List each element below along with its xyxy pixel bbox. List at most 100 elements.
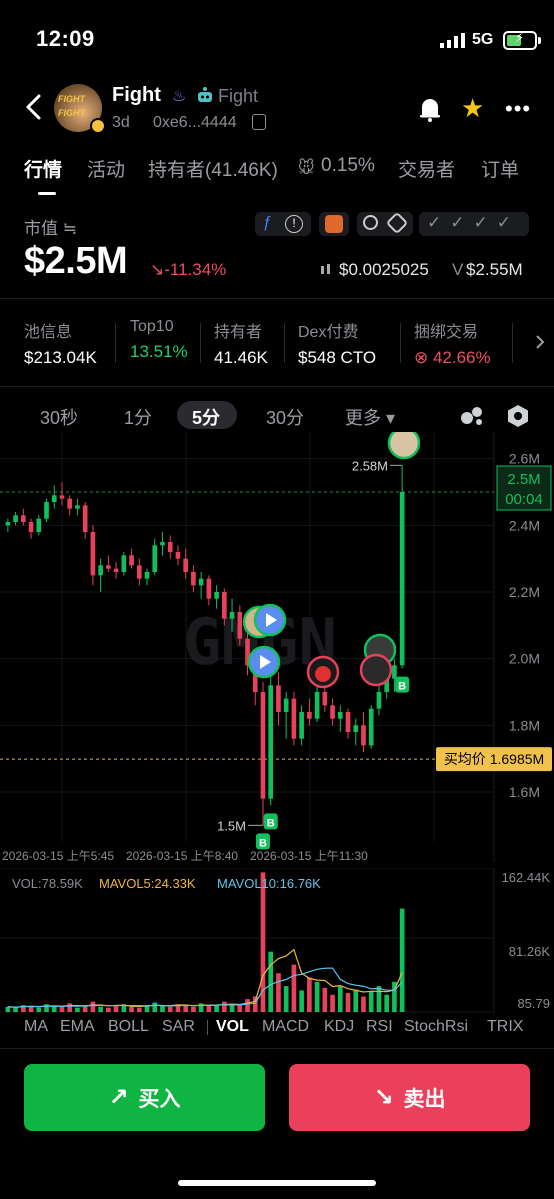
tab-market[interactable]: 行情 bbox=[24, 155, 62, 182]
stat-bundle[interactable]: 捆绑交易 ⊗ 42.66% bbox=[414, 318, 491, 368]
apple-marker bbox=[306, 655, 340, 689]
sell-avatar-marker bbox=[359, 653, 393, 687]
stat-label: 持有者 bbox=[214, 324, 263, 341]
tab-activity[interactable]: 活动 bbox=[87, 155, 125, 182]
current-price-tag-value: 2.5M bbox=[507, 471, 540, 488]
market-cap-change: ↘-11.34% bbox=[150, 260, 227, 279]
indicator-sar[interactable]: SAR bbox=[162, 1018, 195, 1036]
volume-bar bbox=[384, 994, 389, 1012]
indicator-kdj[interactable]: KDJ bbox=[324, 1018, 354, 1036]
settings-hex-icon[interactable] bbox=[507, 404, 529, 428]
tab-traders[interactable]: 交易者 bbox=[398, 155, 455, 182]
volume-bar bbox=[322, 987, 328, 1012]
token-tag: Fight bbox=[218, 86, 259, 106]
volume-bar bbox=[368, 991, 374, 1012]
price-chart[interactable]: 2.6M2.4M2.2M2.0M1.8M1.6MGMGN2.58M1.5MBBB… bbox=[0, 432, 554, 862]
buy-button[interactable]: ↗ 买入 bbox=[24, 1064, 265, 1131]
fox-icon bbox=[325, 215, 343, 233]
period-5m[interactable]: 5分 bbox=[192, 404, 220, 430]
token-volume: $2.55M bbox=[466, 260, 523, 279]
period-30s[interactable]: 30秒 bbox=[40, 404, 78, 430]
bubbles-icon[interactable] bbox=[459, 404, 485, 426]
favorite-star-icon[interactable]: ★ bbox=[461, 93, 484, 124]
stat-label: 池信息 bbox=[24, 324, 73, 341]
volume-bar bbox=[98, 1006, 103, 1012]
candle-body bbox=[206, 578, 212, 599]
indicator-macd[interactable]: MACD bbox=[262, 1018, 309, 1036]
candle-body bbox=[75, 505, 80, 509]
status-time: 12:09 bbox=[36, 26, 95, 51]
stat-pool[interactable]: 池信息 $213.04K bbox=[24, 318, 97, 368]
trader-avatar-marker bbox=[387, 432, 421, 460]
bnb-chain-icon bbox=[90, 118, 106, 134]
indicator-ema[interactable]: EMA bbox=[60, 1018, 95, 1036]
volume-bar bbox=[252, 996, 258, 1012]
signal-icon bbox=[440, 33, 465, 48]
check-icons: ✓✓✓✓ bbox=[427, 213, 520, 232]
sell-button[interactable]: ↘ 卖出 bbox=[289, 1064, 530, 1131]
volume-bar bbox=[314, 981, 320, 1012]
period-30m[interactable]: 30分 bbox=[266, 404, 304, 430]
avatar-text-bottom: FIGHT bbox=[58, 108, 85, 118]
volume-bar bbox=[191, 1006, 196, 1012]
volume-bar bbox=[214, 1005, 219, 1012]
candle-body bbox=[353, 725, 359, 732]
high-label: 2.58M bbox=[352, 458, 388, 473]
back-icon[interactable] bbox=[22, 92, 46, 122]
indicator-vol[interactable]: VOL bbox=[216, 1018, 249, 1036]
stat-holders[interactable]: 持有者 41.46K bbox=[214, 318, 268, 368]
candle-body bbox=[345, 712, 351, 732]
indicator-divider bbox=[207, 1020, 208, 1035]
candle-body bbox=[268, 685, 274, 799]
candle-body bbox=[67, 498, 73, 509]
volume-bar bbox=[152, 1002, 158, 1012]
candle-body bbox=[36, 518, 42, 532]
candle-body bbox=[330, 705, 335, 719]
candle-body bbox=[392, 665, 397, 679]
candle-body bbox=[183, 558, 188, 572]
token-price: $0.0025025 bbox=[339, 260, 429, 279]
candle-body bbox=[237, 612, 243, 639]
indicator-trix[interactable]: TRIX bbox=[487, 1018, 523, 1036]
period-1m[interactable]: 1分 bbox=[124, 404, 152, 430]
volume-bar bbox=[353, 989, 359, 1012]
stat-dex-paid[interactable]: Dex付费 $548 CTO bbox=[298, 318, 376, 368]
copy-icon[interactable] bbox=[252, 114, 266, 130]
tab-holders-pct[interactable]: 0.15% bbox=[321, 155, 375, 177]
market-cap-value: $2.5M bbox=[24, 240, 128, 282]
tab-orders[interactable]: 订单 bbox=[481, 155, 519, 182]
avg-buy-tag-label: 买均价 1.6985M bbox=[444, 751, 544, 767]
divider bbox=[0, 298, 554, 299]
countdown-timer: 00:04 bbox=[505, 491, 543, 508]
y-tick-label: 1.8M bbox=[509, 717, 540, 733]
volume-bar bbox=[299, 990, 304, 1012]
volume-bar bbox=[106, 1007, 111, 1012]
social-pill-2[interactable] bbox=[319, 212, 349, 236]
bell-icon[interactable] bbox=[418, 96, 442, 122]
period-more[interactable]: 更多 ▾ bbox=[345, 404, 395, 430]
buy-marker: B bbox=[395, 676, 410, 693]
stat-value: 13.51% bbox=[130, 342, 188, 361]
volume-bar bbox=[160, 1005, 165, 1012]
candle-body bbox=[260, 692, 266, 799]
market-cap-label[interactable]: 市值 ≒ bbox=[24, 214, 77, 239]
more-icon[interactable]: ••• bbox=[505, 96, 531, 122]
social-pill-1[interactable]: ƒ ! bbox=[255, 212, 311, 236]
bot-icon bbox=[198, 87, 212, 102]
candle-body bbox=[314, 692, 320, 719]
indicator-rsi[interactable]: RSI bbox=[366, 1018, 393, 1036]
contract-address[interactable]: 0xe6...4444 bbox=[153, 114, 237, 132]
tab-holders[interactable]: 持有者(41.46K) bbox=[148, 155, 278, 182]
social-pill-3[interactable] bbox=[357, 211, 413, 236]
stat-top10[interactable]: Top10 13.51% bbox=[130, 318, 188, 362]
candle-body bbox=[13, 515, 18, 522]
tab-underline bbox=[38, 192, 56, 195]
candle-body bbox=[106, 565, 111, 569]
indicator-boll[interactable]: BOLL bbox=[108, 1018, 149, 1036]
candle-body bbox=[229, 612, 235, 619]
volume-bar bbox=[113, 1005, 119, 1012]
indicator-ma[interactable]: MA bbox=[24, 1018, 48, 1036]
chevron-right-icon[interactable] bbox=[535, 334, 545, 350]
stat-label: 捆绑交易 bbox=[414, 324, 479, 341]
indicator-stochrsi[interactable]: StochRsi bbox=[404, 1018, 468, 1036]
